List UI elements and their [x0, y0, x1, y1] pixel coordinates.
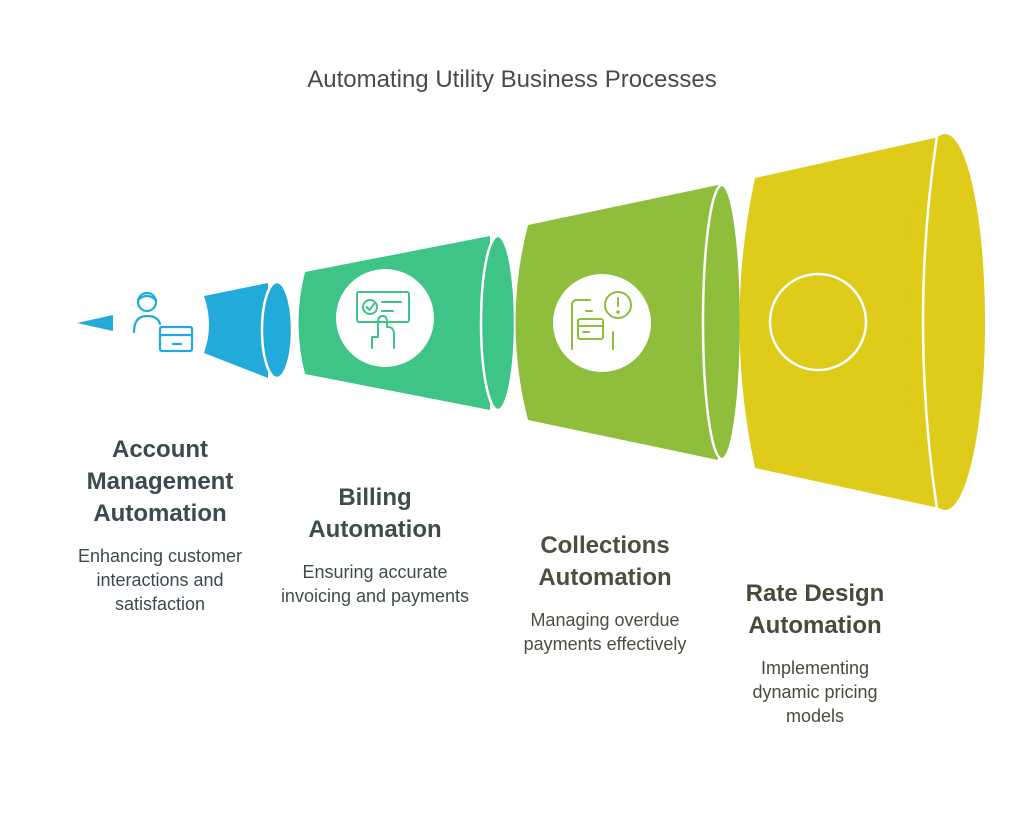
stage-1-segment — [204, 280, 294, 380]
arrow-tip — [77, 315, 113, 331]
stage-2-description: Ensuring accurate invoicing and payments — [280, 562, 470, 606]
stage-3-segment — [515, 183, 743, 461]
customer-card-icon — [132, 291, 194, 353]
stage-4-heading: Rate Design Automation — [745, 580, 885, 639]
stage-3-description: Managing overdue payments effectively — [523, 610, 687, 654]
stage-1-label: Account Management Automation Enhancing … — [55, 434, 265, 616]
stage-3-heading: Collections Automation — [538, 532, 672, 591]
stage-2-label: Billing Automation Ensuring accurate inv… — [280, 482, 470, 608]
stage-4-description: Implementing dynamic pricing models — [752, 658, 878, 726]
stage-3-label: Collections Automation Managing overdue … — [500, 530, 710, 656]
stage-1-heading: Account Management Automation — [86, 436, 234, 527]
stage-1-description: Enhancing customer interactions and sati… — [77, 546, 243, 614]
stage-2-heading: Billing Automation — [308, 484, 442, 543]
stage-4-label: Rate Design Automation Implementing dyna… — [725, 578, 905, 728]
stage-4-segment — [739, 134, 985, 510]
